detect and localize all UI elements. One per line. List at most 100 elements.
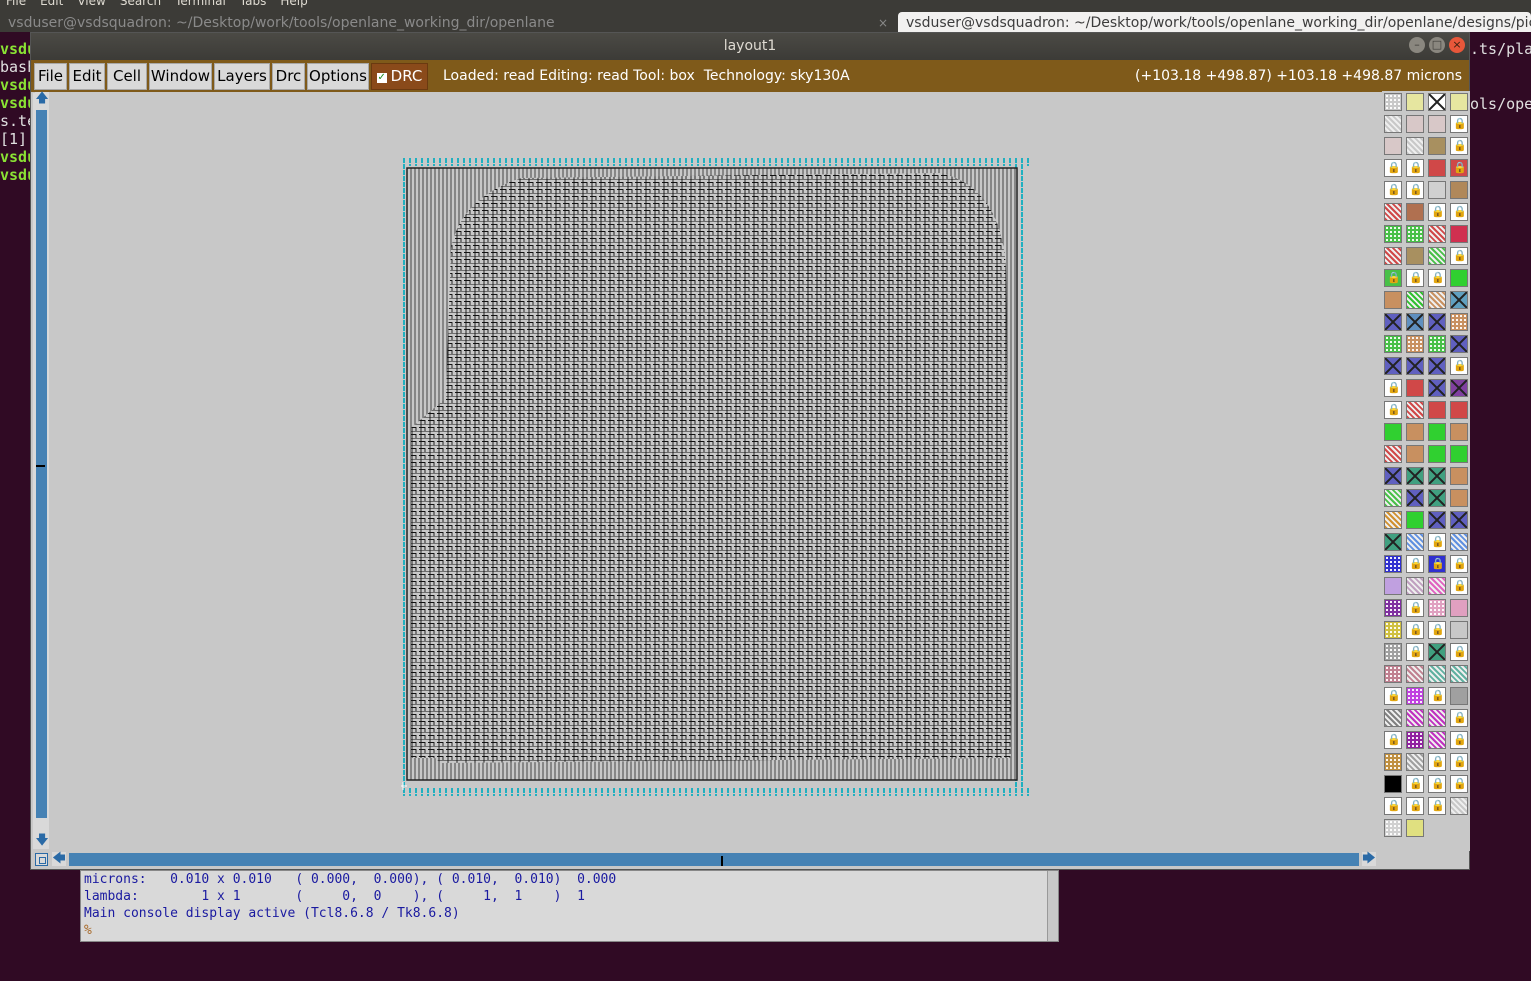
layer-lock-icon[interactable] [1428,753,1446,771]
layer-lock-icon[interactable] [1384,159,1402,177]
layer-swatch[interactable] [1428,357,1446,375]
menu-drc[interactable]: Drc [272,63,305,90]
layer-lock-icon[interactable] [1428,797,1446,815]
layer-swatch[interactable] [1428,93,1446,111]
layer-swatch[interactable] [1450,797,1468,815]
layer-swatch[interactable] [1384,203,1402,221]
layer-lock-icon[interactable] [1428,687,1446,705]
layer-swatch[interactable] [1406,379,1424,397]
layer-swatch[interactable] [1450,533,1468,551]
layer-swatch[interactable] [1428,709,1446,727]
layer-swatch[interactable] [1428,423,1446,441]
layer-lock-icon[interactable] [1406,621,1424,639]
layer-swatch[interactable] [1384,357,1402,375]
layer-lock-icon[interactable] [1450,709,1468,727]
layer-swatch[interactable] [1450,401,1468,419]
layer-swatch[interactable] [1384,599,1402,617]
layer-lock-icon[interactable] [1384,687,1402,705]
layer-swatch[interactable] [1406,533,1424,551]
layer-lock-icon[interactable] [1450,115,1468,133]
layer-lock-icon[interactable] [1450,159,1468,177]
layer-lock-icon[interactable] [1384,181,1402,199]
layout-canvas[interactable] [51,93,1379,848]
layer-lock-icon[interactable] [1406,775,1424,793]
terminal-menu-help[interactable]: Help [280,0,307,8]
horizontal-scrollbar[interactable] [69,853,1359,866]
layer-swatch[interactable] [1428,137,1446,155]
terminal-tab-1[interactable]: vsduser@vsdsquadron: ~/Desktop/work/tool… [0,12,896,32]
scroll-up-arrow-icon[interactable]: 🡅 [35,92,49,106]
layer-swatch[interactable] [1384,247,1402,265]
layer-swatch[interactable] [1406,665,1424,683]
layer-swatch[interactable] [1384,313,1402,331]
layer-lock-icon[interactable] [1450,643,1468,661]
layer-lock-icon[interactable] [1428,555,1446,573]
layer-swatch[interactable] [1428,379,1446,397]
layer-lock-icon[interactable] [1406,555,1424,573]
layer-swatch[interactable] [1450,313,1468,331]
layer-swatch[interactable] [1406,489,1424,507]
layer-lock-icon[interactable] [1428,621,1446,639]
layer-swatch[interactable] [1384,467,1402,485]
layer-swatch[interactable] [1384,555,1402,573]
layer-swatch[interactable] [1384,665,1402,683]
layer-swatch[interactable] [1384,621,1402,639]
minimize-button[interactable]: – [1409,37,1425,53]
close-icon[interactable]: × [878,12,888,32]
terminal-menu-file[interactable]: File [6,0,26,8]
layer-swatch[interactable] [1384,819,1402,837]
layer-swatch[interactable] [1406,203,1424,221]
layer-swatch[interactable] [1384,775,1402,793]
layer-swatch[interactable] [1384,753,1402,771]
layer-lock-icon[interactable] [1450,247,1468,265]
terminal-menu-edit[interactable]: Edit [40,0,63,8]
layer-lock-icon[interactable] [1384,269,1402,287]
layer-swatch[interactable] [1406,115,1424,133]
layer-swatch[interactable] [1450,225,1468,243]
maximize-button[interactable]: □ [1429,37,1445,53]
layer-lock-icon[interactable] [1450,203,1468,221]
menu-window[interactable]: Window [149,63,212,90]
terminal-menu-search[interactable]: Search [120,0,161,8]
layer-lock-icon[interactable] [1406,269,1424,287]
layer-lock-icon[interactable] [1406,159,1424,177]
menu-layers[interactable]: Layers [214,63,270,90]
layer-swatch[interactable] [1384,93,1402,111]
layer-swatch[interactable] [1450,93,1468,111]
menu-options[interactable]: Options [307,63,369,90]
layer-swatch[interactable] [1406,511,1424,529]
close-button[interactable]: × [1449,37,1465,53]
layer-swatch[interactable] [1406,577,1424,595]
layer-lock-icon[interactable] [1428,775,1446,793]
layer-swatch[interactable] [1406,93,1424,111]
layer-swatch[interactable] [1406,247,1424,265]
layer-swatch[interactable] [1428,467,1446,485]
layer-swatch[interactable] [1384,533,1402,551]
layer-swatch[interactable] [1450,665,1468,683]
layer-swatch[interactable] [1406,335,1424,353]
zoom-box-icon[interactable] [35,853,48,866]
layer-swatch[interactable] [1428,313,1446,331]
layer-swatch[interactable] [1384,423,1402,441]
layer-swatch[interactable] [1428,599,1446,617]
layer-lock-icon[interactable] [1450,753,1468,771]
layer-swatch[interactable] [1406,687,1424,705]
layer-swatch[interactable] [1428,115,1446,133]
terminal-menu-view[interactable]: View [77,0,105,8]
layer-swatch[interactable] [1450,687,1468,705]
layer-swatch[interactable] [1406,753,1424,771]
layer-swatch[interactable] [1450,599,1468,617]
layer-swatch[interactable] [1384,225,1402,243]
console-prompt[interactable]: % [84,922,92,939]
layer-lock-icon[interactable] [1428,533,1446,551]
layer-swatch[interactable] [1428,159,1446,177]
layer-swatch[interactable] [1384,445,1402,463]
terminal-tab-2[interactable]: vsduser@vsdsquadron: ~/Desktop/work/tool… [898,12,1531,32]
layer-swatch[interactable] [1450,467,1468,485]
layer-swatch[interactable] [1428,489,1446,507]
drc-toggle[interactable]: ✓ DRC [371,63,428,90]
layer-lock-icon[interactable] [1384,731,1402,749]
layer-lock-icon[interactable] [1406,599,1424,617]
layer-swatch[interactable] [1384,643,1402,661]
layer-lock-icon[interactable] [1450,775,1468,793]
